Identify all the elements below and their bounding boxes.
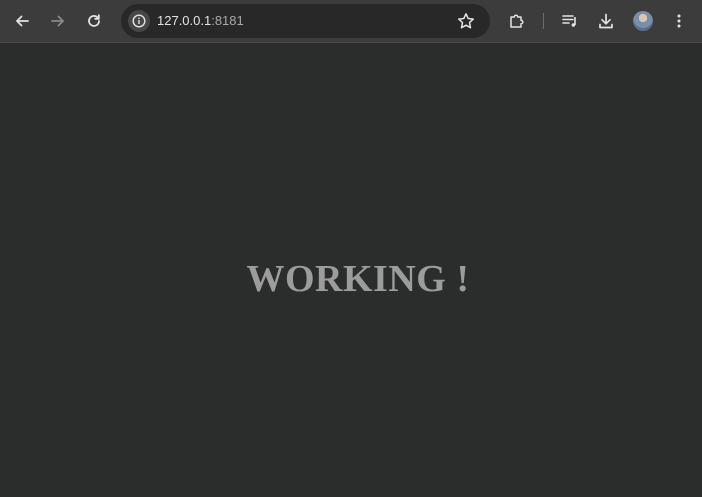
back-arrow-icon — [16, 15, 29, 27]
extensions-button[interactable] — [503, 7, 531, 35]
media-button[interactable] — [556, 7, 584, 35]
page-heading: WORKING ! — [246, 258, 470, 300]
forward-arrow-icon — [51, 15, 64, 27]
puzzle-icon — [510, 14, 524, 28]
toolbar-divider — [543, 13, 544, 29]
address-bar[interactable]: 127.0.0.1:8181 — [121, 4, 490, 38]
info-icon[interactable] — [128, 10, 150, 32]
download-icon — [599, 13, 613, 29]
bookmark-button[interactable] — [456, 11, 476, 36]
kebab-menu-icon — [677, 14, 681, 28]
forward-button[interactable] — [44, 7, 72, 35]
browser-toolbar: 127.0.0.1:8181 — [0, 0, 702, 43]
star-icon — [457, 13, 475, 29]
back-button[interactable] — [8, 7, 36, 35]
url-host: 127.0.0.1 — [157, 13, 212, 28]
downloads-button[interactable] — [592, 7, 620, 35]
avatar[interactable] — [633, 11, 653, 31]
reload-button[interactable] — [80, 7, 108, 35]
url-port: :8181 — [211, 13, 244, 28]
url-text[interactable]: 127.0.0.1:8181 — [157, 13, 244, 29]
reload-icon — [88, 14, 100, 27]
menu-button[interactable] — [665, 7, 693, 35]
page-content: WORKING ! — [0, 44, 702, 497]
media-queue-icon — [562, 15, 576, 27]
